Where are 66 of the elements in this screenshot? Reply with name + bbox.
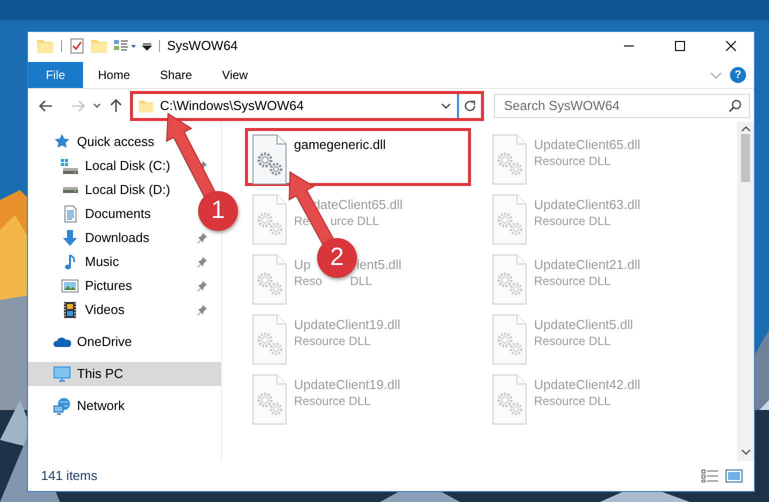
dll-file-icon[interactable] (252, 134, 288, 186)
file-name: UpdateClient42.dll (534, 377, 640, 393)
file-name: UpdateClient65.dll (534, 137, 640, 153)
ribbon-tab[interactable]: View (207, 62, 263, 88)
file-type: urce DLL (330, 213, 380, 229)
file-type: Resource DLL (534, 153, 611, 169)
sidebar-item[interactable]: Quick access (28, 130, 158, 154)
chevron-down-icon (93, 102, 101, 108)
sidebar-item[interactable]: Pictures (28, 274, 212, 298)
music-note-icon (64, 254, 76, 270)
file-name: Up (294, 257, 311, 273)
search-icon[interactable] (728, 98, 742, 112)
scrollbar-thumb[interactable] (741, 134, 750, 182)
sidebar-item[interactable]: Music (28, 250, 212, 274)
file-name: dateClient65.dll (313, 197, 403, 213)
scrollbar[interactable] (737, 122, 754, 461)
drive-icon (62, 186, 78, 194)
maximize-icon (675, 41, 685, 51)
download-arrow-icon (61, 229, 79, 247)
sidebar-item[interactable]: Network (28, 394, 129, 418)
document-icon (64, 205, 76, 223)
search-field[interactable]: Search SysWOW64 (494, 94, 750, 118)
monitor-icon (53, 366, 71, 382)
file-name: UpdateClient19.dll (294, 377, 400, 393)
sidebar-item[interactable]: Documents (28, 202, 155, 226)
ribbon-tab[interactable]: Share (145, 62, 208, 88)
file-menu-tab[interactable]: File (28, 62, 83, 88)
scroll-down-icon[interactable] (740, 449, 750, 455)
file-type: Resource DLL (534, 333, 611, 349)
item-count: 141 items (41, 467, 98, 486)
scroll-up-icon[interactable] (740, 126, 750, 132)
address-path: C:\Windows\SysWOW64 (160, 96, 305, 115)
chevron-down-icon[interactable] (441, 102, 451, 108)
picture-view-icon (725, 469, 743, 483)
file-type: Re (294, 213, 310, 229)
cloud-icon (53, 336, 71, 348)
file-name: gamegeneric.dll (294, 137, 386, 153)
file-name: UpdateClient19.dll (294, 317, 400, 333)
file-type: Resource DLL (294, 393, 371, 409)
file-type: Resource DLL (534, 393, 611, 409)
sidebar-item[interactable]: This PC (28, 362, 221, 386)
sidebar-item[interactable]: OneDrive (28, 330, 136, 354)
close-icon (726, 41, 736, 51)
sidebar-item[interactable]: Videos (28, 298, 212, 322)
file-name: UpdateClient21.dll (534, 257, 640, 273)
forward-arrow-icon (70, 98, 86, 114)
file-name: ient5.dll (356, 257, 402, 273)
window-title: SysWOW64 (167, 37, 238, 56)
up-arrow-icon (108, 98, 124, 114)
help-button[interactable]: ? (730, 67, 746, 83)
back-arrow-icon (38, 98, 54, 114)
file-name: UpdateClient63.dll (534, 197, 640, 213)
file-type: Resource DLL (534, 273, 611, 289)
file-type: Resource DLL (294, 333, 371, 349)
checklist-icon[interactable] (69, 37, 85, 55)
picture-icon (61, 279, 79, 293)
drive-icon (61, 158, 79, 174)
ribbon-tab[interactable]: Home (83, 62, 146, 88)
list-view-icon (701, 469, 719, 483)
address-bar[interactable]: C:\Windows\SysWOW64 (130, 90, 484, 120)
network-icon (53, 397, 71, 415)
file-type: Resource DLL (534, 213, 611, 229)
refresh-icon (463, 98, 477, 112)
file-name: UpdateClient5.dll (534, 317, 634, 333)
sidebar-item[interactable]: Local Disk (D:) (28, 178, 174, 202)
film-icon (63, 301, 77, 319)
